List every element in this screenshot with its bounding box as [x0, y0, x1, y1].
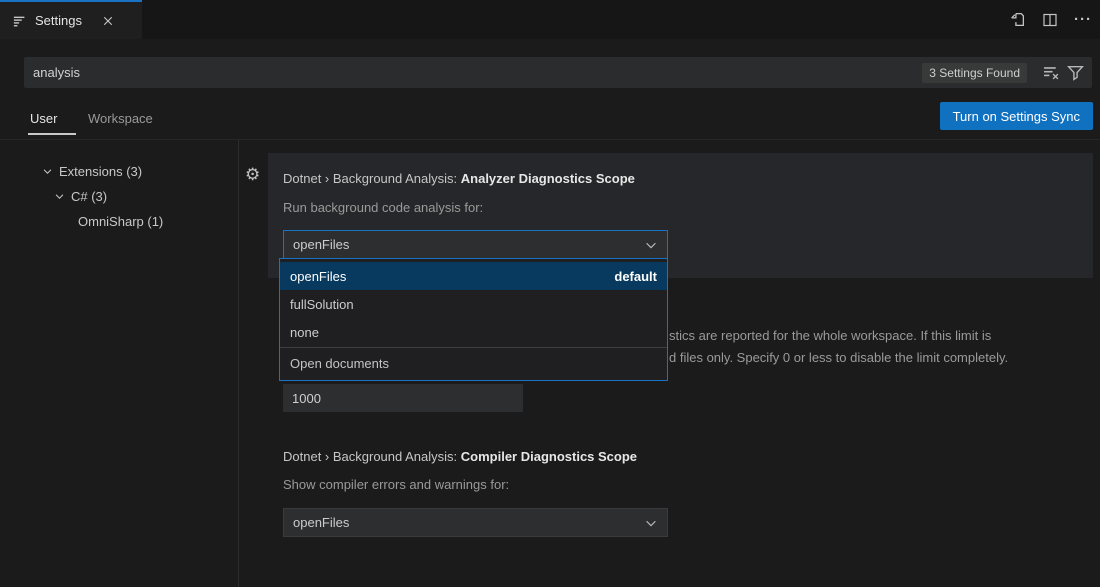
dropdown-separator [280, 347, 667, 348]
toc-item-label: Extensions (3) [59, 164, 142, 179]
compiler-scope-select[interactable]: openFiles [283, 508, 668, 537]
more-actions-icon[interactable]: ··· [1074, 11, 1092, 28]
obscured-description-line2: d files only. Specify 0 or less to disab… [669, 350, 1008, 365]
settings-editor-window: Settings ··· [0, 0, 1100, 587]
chevron-down-icon [644, 238, 658, 252]
clear-search-filters-icon[interactable] [1043, 64, 1060, 81]
close-icon[interactable] [102, 15, 114, 27]
tab-bar: Settings ··· [0, 0, 1100, 39]
option-label: openFiles [290, 269, 346, 284]
tab-settings[interactable]: Settings [0, 0, 142, 39]
dropdown-option-none[interactable]: none [280, 318, 667, 346]
chevron-down-icon[interactable] [54, 191, 65, 202]
select-value: openFiles [293, 237, 349, 252]
dropdown-option-description: Open documents [280, 349, 667, 377]
editor-actions: ··· [1009, 0, 1092, 39]
toc-item-csharp[interactable]: C# (3) [54, 185, 107, 207]
filter-icon[interactable] [1067, 64, 1084, 81]
toc-item-omnisharp[interactable]: OmniSharp (1) [78, 210, 163, 232]
setting-description-compiler: Show compiler errors and warnings for: [283, 477, 509, 492]
tab-title: Settings [35, 13, 82, 28]
toc-item-label: OmniSharp (1) [78, 214, 163, 229]
setting-category: Dotnet › Background Analysis: [283, 449, 461, 464]
analyzer-scope-select[interactable]: openFiles [283, 230, 668, 259]
results-count-badge: 3 Settings Found [922, 63, 1027, 83]
option-default-detail: default [614, 269, 657, 284]
setting-description-analyzer: Run background code analysis for: [283, 200, 483, 215]
turn-on-settings-sync-button[interactable]: Turn on Settings Sync [940, 102, 1093, 130]
toc-item-extensions[interactable]: Extensions (3) [42, 160, 142, 182]
header-divider [0, 139, 1100, 140]
search-input[interactable] [24, 57, 922, 88]
settings-list-icon [13, 14, 27, 28]
toc-item-label: C# (3) [71, 189, 107, 204]
option-label: fullSolution [290, 297, 354, 312]
setting-title-analyzer: Dotnet › Background Analysis: Analyzer D… [283, 171, 635, 186]
option-label: none [290, 325, 319, 340]
toc-divider [238, 140, 239, 587]
gear-icon[interactable]: ⚙ [245, 166, 260, 183]
dropdown-option-openfiles[interactable]: openFiles default [280, 262, 667, 290]
settings-search-box: 3 Settings Found [24, 57, 1092, 88]
setting-category: Dotnet › Background Analysis: [283, 171, 461, 186]
active-tab-underline [28, 133, 76, 135]
tab-user-settings[interactable]: User [30, 111, 57, 126]
tab-workspace-settings[interactable]: Workspace [88, 111, 153, 126]
dropdown-option-fullsolution[interactable]: fullSolution [280, 290, 667, 318]
select-value: openFiles [293, 515, 349, 530]
diagnostics-limit-input[interactable] [283, 384, 523, 412]
chevron-down-icon[interactable] [42, 166, 53, 177]
setting-name: Analyzer Diagnostics Scope [461, 171, 635, 186]
obscured-description-line1: stics are reported for the whole workspa… [669, 328, 991, 343]
analyzer-scope-dropdown: openFiles default fullSolution none Open… [279, 258, 668, 381]
split-editor-icon[interactable] [1042, 12, 1058, 28]
setting-title-compiler: Dotnet › Background Analysis: Compiler D… [283, 449, 637, 464]
open-settings-json-icon[interactable] [1009, 11, 1026, 28]
setting-name: Compiler Diagnostics Scope [461, 449, 637, 464]
chevron-down-icon [644, 516, 658, 530]
